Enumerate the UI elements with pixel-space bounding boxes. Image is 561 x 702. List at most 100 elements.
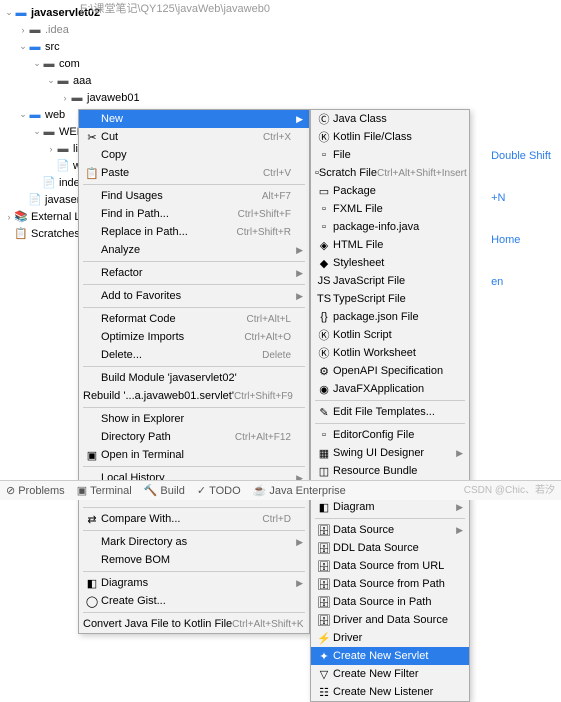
menu-item-openapi-specification[interactable]: ⚙OpenAPI Specification	[311, 362, 469, 380]
menu-item-data-source-from-url[interactable]: 🗄Data Source from URL	[311, 557, 469, 575]
menu-item-label: HTML File	[333, 239, 451, 251]
watermark: CSDN @Chic、若汐	[464, 481, 555, 496]
menu-item-label: Mark Directory as	[101, 536, 291, 548]
menu-item-label: JavaFXApplication	[333, 383, 451, 395]
menu-item-analyze[interactable]: Analyze▶	[79, 241, 309, 259]
js-icon: JS	[315, 275, 333, 287]
menu-item-label: Add to Favorites	[101, 290, 291, 302]
menu-item-find-usages[interactable]: Find UsagesAlt+F7	[79, 187, 309, 205]
problems-tab[interactable]: ⊘ Problems	[6, 484, 65, 497]
scratch-icon: 📋	[14, 227, 28, 241]
menu-item-copy[interactable]: Copy	[79, 146, 309, 164]
menu-item-ddl-data-source[interactable]: 🗄DDL Data Source	[311, 539, 469, 557]
menu-item-data-source[interactable]: 🗄Data Source▶	[311, 521, 469, 539]
menu-item-driver-and-data-source[interactable]: 🗄Driver and Data Source	[311, 611, 469, 629]
menu-item-new[interactable]: New▶	[79, 110, 309, 128]
menu-item-rebuild-a-javaweb01-servlet-[interactable]: Rebuild '...a.javaweb01.servlet'Ctrl+Shi…	[79, 387, 309, 405]
new-submenu[interactable]: ⒸJava ClassⓀKotlin File/Class▫File▫Scrat…	[310, 109, 470, 702]
menu-item-label: DDL Data Source	[333, 542, 451, 554]
menu-item-label: Kotlin Script	[333, 329, 451, 341]
menu-item-package[interactable]: ▭Package	[311, 182, 469, 200]
menu-item-convert-java-file-to-kotlin-file[interactable]: Convert Java File to Kotlin FileCtrl+Alt…	[79, 615, 309, 633]
css-icon: ◆	[315, 257, 333, 270]
menu-item-kotlin-script[interactable]: ⓀKotlin Script	[311, 326, 469, 344]
menu-item-html-file[interactable]: ◈HTML File	[311, 236, 469, 254]
menu-item-java-class[interactable]: ⒸJava Class	[311, 110, 469, 128]
menu-item-replace-in-path-[interactable]: Replace in Path...Ctrl+Shift+R	[79, 223, 309, 241]
k-icon: Ⓚ	[315, 327, 333, 343]
menu-item-editorconfig-file[interactable]: ▫EditorConfig File	[311, 426, 469, 444]
menu-item-label: Diagrams	[101, 577, 291, 589]
menu-item-stylesheet[interactable]: ◆Stylesheet	[311, 254, 469, 272]
menu-item-create-new-servlet[interactable]: ✦Create New Servlet	[311, 647, 469, 665]
menu-item-build-module-javaservlet02-[interactable]: Build Module 'javaservlet02'	[79, 369, 309, 387]
diagram-icon: ◧	[315, 501, 333, 514]
menu-item-kotlin-worksheet[interactable]: ⓀKotlin Worksheet	[311, 344, 469, 362]
menu-item-add-to-favorites[interactable]: Add to Favorites▶	[79, 287, 309, 305]
menu-item-delete-[interactable]: Delete...Delete	[79, 346, 309, 364]
menu-item-swing-ui-designer[interactable]: ▦Swing UI Designer▶	[311, 444, 469, 462]
menu-item-javascript-file[interactable]: JSJavaScript File	[311, 272, 469, 290]
menu-item-label: Delete...	[101, 349, 262, 361]
file-icon: ▫	[315, 203, 333, 215]
menu-item-refactor[interactable]: Refactor▶	[79, 264, 309, 282]
build-tab[interactable]: 🔨 Build	[144, 484, 185, 497]
terminal-tab[interactable]: ▣ Terminal	[77, 484, 132, 497]
jee-tab[interactable]: ☕ Java Enterprise	[253, 484, 346, 497]
menu-item-scratch-file[interactable]: ▫Scratch FileCtrl+Alt+Shift+Insert	[311, 164, 469, 182]
menu-item-label: Rebuild '...a.javaweb01.servlet'	[83, 390, 234, 402]
menu-item-find-in-path-[interactable]: Find in Path...Ctrl+Shift+F	[79, 205, 309, 223]
menu-item-label: package-info.java	[333, 221, 451, 233]
menu-item-driver[interactable]: ⚡Driver	[311, 629, 469, 647]
menu-item-create-new-filter[interactable]: ▽Create New Filter	[311, 665, 469, 683]
menu-item-data-source-in-path[interactable]: 🗄Data Source in Path	[311, 593, 469, 611]
menu-item-label: Stylesheet	[333, 257, 451, 269]
menu-item-paste[interactable]: 📋PasteCtrl+V	[79, 164, 309, 182]
menu-item-mark-directory-as[interactable]: Mark Directory as▶	[79, 533, 309, 551]
menu-item-cut[interactable]: ✂CutCtrl+X	[79, 128, 309, 146]
menu-item-label: Create Gist...	[101, 595, 291, 607]
menu-item-label: package.json File	[333, 311, 451, 323]
menu-item-label: Edit File Templates...	[333, 406, 451, 418]
menu-item-resource-bundle[interactable]: ◫Resource Bundle	[311, 462, 469, 480]
context-menu[interactable]: New▶✂CutCtrl+XCopy📋PasteCtrl+V Find Usage…	[78, 109, 310, 634]
file-icon: ▫	[315, 149, 333, 161]
menu-item-create-gist-[interactable]: ◯Create Gist...	[79, 592, 309, 610]
menu-item-label: Driver	[333, 632, 451, 644]
menu-item-package-json-file[interactable]: {}package.json File	[311, 308, 469, 326]
menu-item-label: Kotlin File/Class	[333, 131, 451, 143]
todo-tab[interactable]: ✓ TODO	[197, 484, 241, 497]
menu-item-compare-with-[interactable]: ⇄Compare With...Ctrl+D	[79, 510, 309, 528]
menu-item-data-source-from-path[interactable]: 🗄Data Source from Path	[311, 575, 469, 593]
menu-item-label: Find in Path...	[101, 208, 238, 220]
menu-item-label: Driver and Data Source	[333, 614, 451, 626]
folder-icon: ▬	[28, 23, 42, 37]
menu-item-open-in-terminal[interactable]: ▣Open in Terminal	[79, 446, 309, 464]
menu-item-file[interactable]: ▫File	[311, 146, 469, 164]
menu-item-label: Cut	[101, 131, 263, 143]
menu-item-show-in-explorer[interactable]: Show in Explorer	[79, 410, 309, 428]
menu-item-label: Create New Servlet	[333, 650, 451, 662]
menu-item-reformat-code[interactable]: Reformat CodeCtrl+Alt+L	[79, 310, 309, 328]
ts-icon: TS	[315, 293, 333, 305]
menu-item-label: New	[101, 113, 291, 125]
menu-item-directory-path[interactable]: Directory PathCtrl+Alt+F12	[79, 428, 309, 446]
library-icon: 📚	[14, 210, 28, 224]
menu-item-diagram[interactable]: ◧Diagram▶	[311, 498, 469, 516]
folder-icon: ▬	[14, 6, 28, 20]
menu-item-javafxapplication[interactable]: ◉JavaFXApplication	[311, 380, 469, 398]
menu-item-label: Data Source in Path	[333, 596, 451, 608]
menu-item-create-new-listener[interactable]: ☷Create New Listener	[311, 683, 469, 701]
menu-item-package-info-java[interactable]: ▫package-info.java	[311, 218, 469, 236]
menu-item-optimize-imports[interactable]: Optimize ImportsCtrl+Alt+O	[79, 328, 309, 346]
menu-item-label: Scratch File	[319, 167, 377, 179]
menu-item-kotlin-file-class[interactable]: ⓀKotlin File/Class	[311, 128, 469, 146]
menu-item-label: Reformat Code	[101, 313, 247, 325]
menu-item-diagrams[interactable]: ◧Diagrams▶	[79, 574, 309, 592]
menu-item-fxml-file[interactable]: ▫FXML File	[311, 200, 469, 218]
menu-item-label: Directory Path	[101, 431, 235, 443]
menu-item-edit-file-templates-[interactable]: ✎Edit File Templates...	[311, 403, 469, 421]
menu-item-remove-bom[interactable]: Remove BOM	[79, 551, 309, 569]
html-icon: ◈	[315, 239, 333, 252]
menu-item-typescript-file[interactable]: TSTypeScript File	[311, 290, 469, 308]
